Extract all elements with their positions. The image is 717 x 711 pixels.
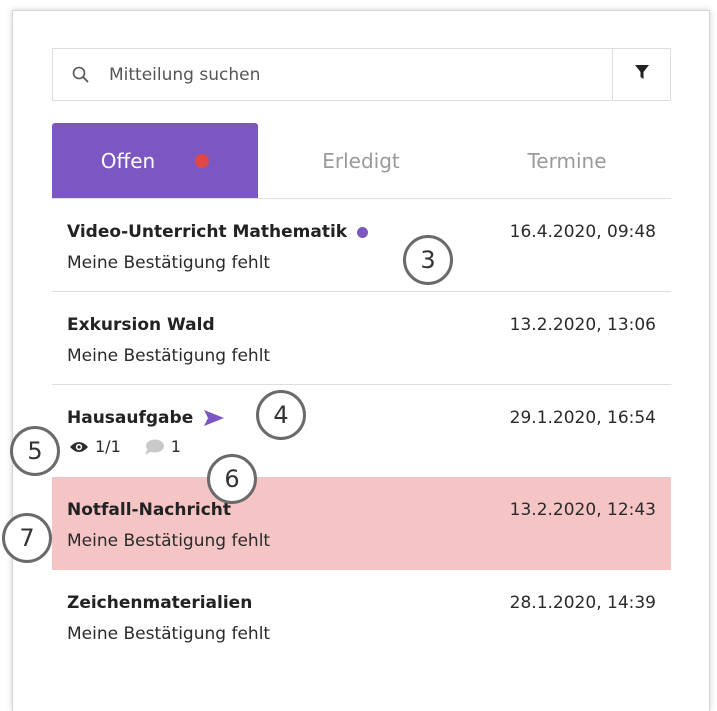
message-date: 13.2.2020, 12:43 — [509, 500, 656, 520]
message-title-wrap: Notfall-Nachricht — [67, 500, 231, 520]
message-date: 28.1.2020, 14:39 — [509, 593, 656, 613]
message-subtitle: Meine Bestätigung fehlt — [67, 346, 271, 366]
message-title-wrap: Hausaufgabe — [67, 408, 225, 428]
tab-offen[interactable]: Offen — [52, 123, 258, 198]
message-title-wrap: Zeichenmaterialien — [67, 593, 252, 613]
message-subtitle: Meine Bestätigung fehlt — [67, 531, 271, 551]
tab-label: Termine — [527, 148, 607, 173]
tab-termine[interactable]: Termine — [464, 123, 670, 198]
comments-count: 1 — [170, 437, 181, 456]
list-item[interactable]: Exkursion Wald Meine Bestätigung fehlt 1… — [52, 291, 671, 384]
message-date: 13.2.2020, 13:06 — [509, 315, 656, 335]
callout-badge: 7 — [2, 513, 52, 563]
list-item[interactable]: Video-Unterricht Mathematik Meine Bestät… — [52, 198, 671, 291]
tab-label: Offen — [100, 148, 156, 173]
message-title: Hausaufgabe — [67, 408, 194, 428]
eye-icon — [69, 440, 89, 454]
tab-label: Erledigt — [322, 148, 400, 173]
list-item[interactable]: Zeichenmaterialien Meine Bestätigung feh… — [52, 570, 671, 663]
comment-icon — [143, 438, 165, 456]
message-title: Video-Unterricht Mathematik — [67, 222, 348, 242]
message-title: Notfall-Nachricht — [67, 500, 232, 520]
list-item[interactable]: Notfall-Nachricht Meine Bestätigung fehl… — [52, 477, 671, 570]
callout-badge: 6 — [207, 454, 257, 504]
message-list: Video-Unterricht Mathematik Meine Bestät… — [52, 198, 671, 663]
callout-badge: 5 — [10, 426, 60, 476]
filter-button[interactable] — [612, 49, 670, 100]
tab-bar: Offen Erledigt Termine — [52, 123, 671, 198]
views-count: 1/1 — [95, 437, 121, 456]
notification-dot — [195, 153, 210, 168]
message-subtitle: Meine Bestätigung fehlt — [67, 624, 271, 644]
list-item[interactable]: Hausaufgabe 1/1 1 29.1.2020, 16:54 — [52, 384, 671, 477]
message-date: 29.1.2020, 16:54 — [509, 408, 656, 428]
search-input[interactable] — [109, 49, 612, 100]
callout-badge: 4 — [256, 390, 306, 440]
unread-dot-icon — [357, 226, 369, 238]
search-bar — [52, 48, 671, 101]
send-icon — [203, 409, 225, 427]
message-title: Exkursion Wald — [67, 315, 215, 335]
filter-icon — [634, 64, 650, 85]
message-subtitle: Meine Bestätigung fehlt — [67, 253, 271, 273]
tab-erledigt[interactable]: Erledigt — [258, 123, 464, 198]
message-title-wrap: Video-Unterricht Mathematik — [67, 222, 369, 242]
message-title-wrap: Exkursion Wald — [67, 315, 215, 335]
message-stats: 1/1 1 — [69, 437, 181, 456]
search-icon — [53, 49, 109, 100]
callout-badge: 3 — [403, 235, 453, 285]
message-title: Zeichenmaterialien — [67, 593, 253, 613]
message-date: 16.4.2020, 09:48 — [509, 222, 656, 242]
